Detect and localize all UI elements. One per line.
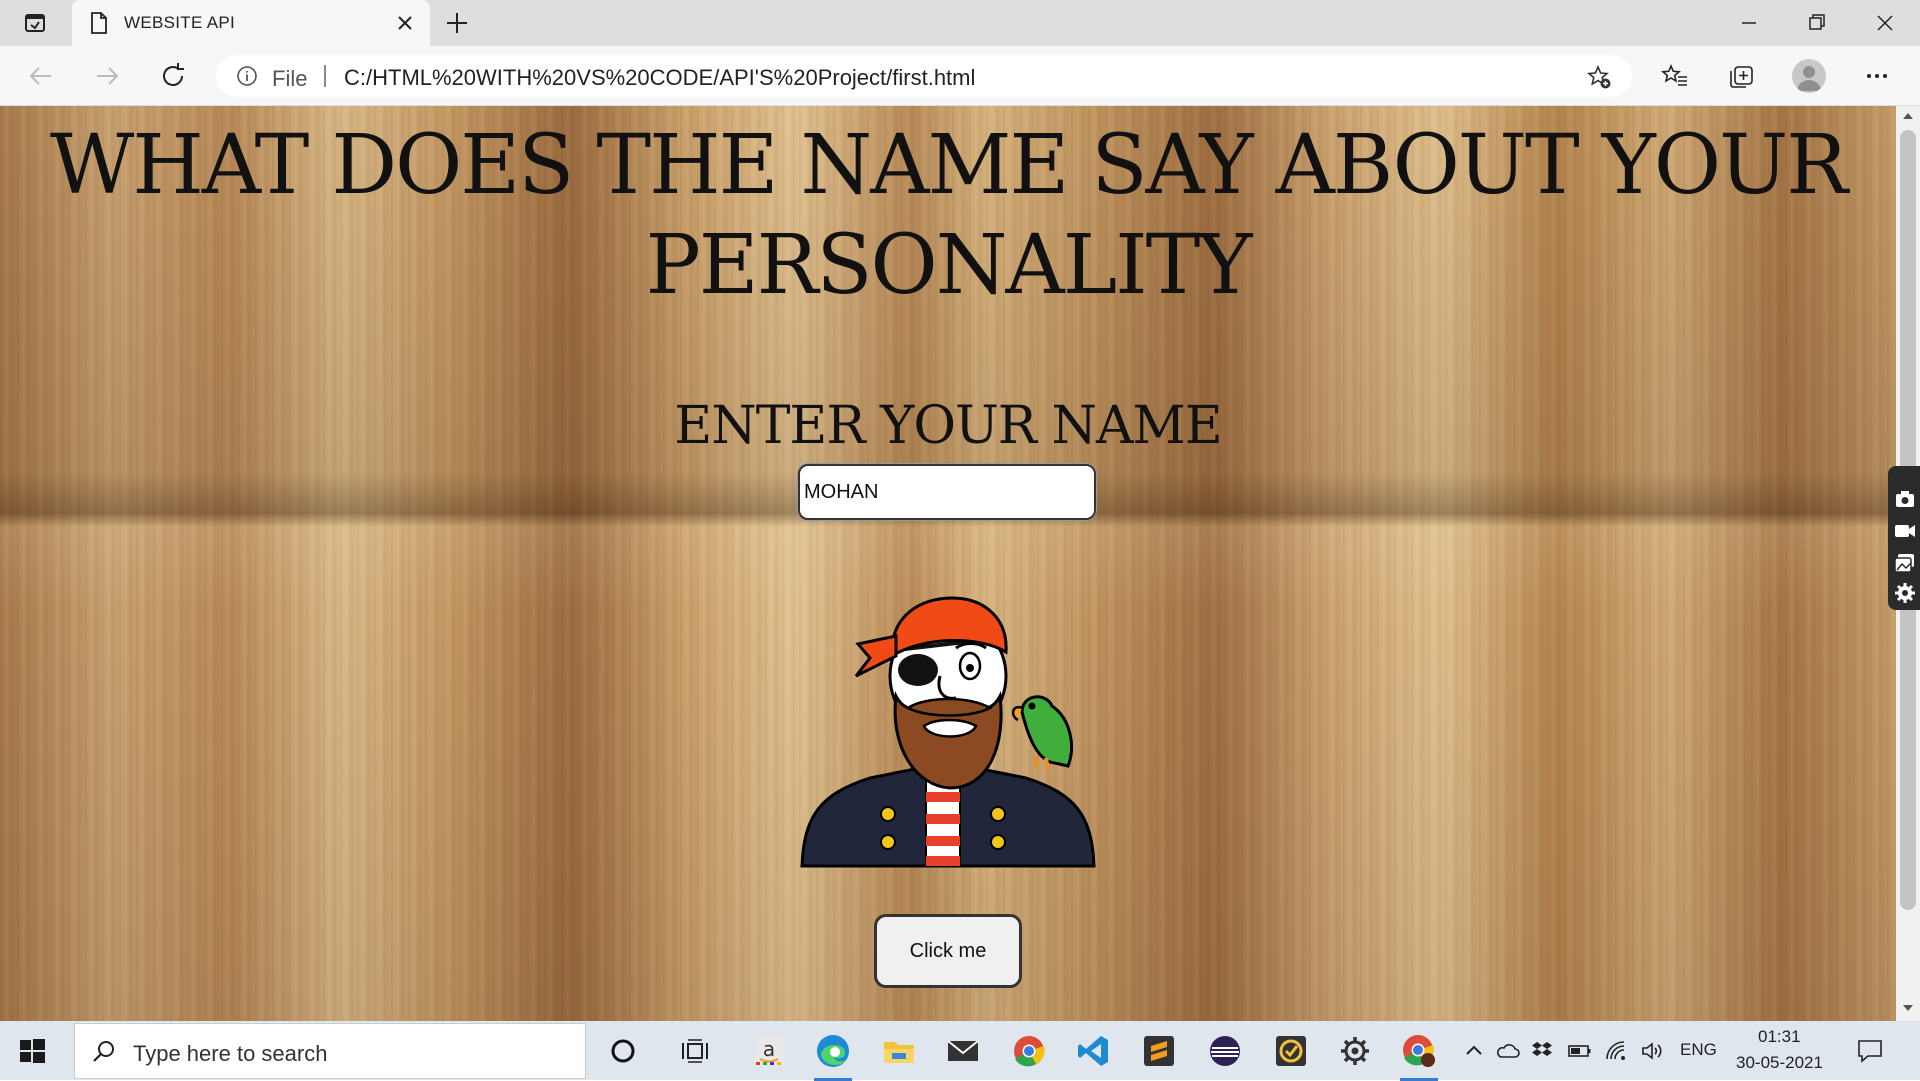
settings-icon[interactable]	[1334, 1030, 1376, 1072]
scroll-down-icon[interactable]	[1902, 1002, 1914, 1014]
pirate-illustration	[800, 596, 1096, 868]
video-icon[interactable]	[1894, 520, 1916, 542]
tab-bar: WEBSITE API	[0, 0, 1920, 46]
add-favorite-icon[interactable]	[1586, 64, 1612, 90]
search-icon	[93, 1041, 114, 1062]
search-placeholder: Type here to search	[133, 1041, 328, 1066]
file-explorer-icon[interactable]	[878, 1030, 920, 1072]
address-bar[interactable]: File C:/HTML%20WITH%20VS%20CODE/API'S%20…	[216, 55, 1632, 97]
restore-icon[interactable]	[1802, 8, 1832, 38]
notifications-icon[interactable]	[1856, 1037, 1884, 1065]
enter-name-label: ENTER YOUR NAME	[674, 396, 1223, 456]
wifi-icon[interactable]	[1604, 1039, 1628, 1063]
tasks-icon[interactable]	[1270, 1030, 1312, 1072]
clock-date[interactable]: 30-05-2021	[1736, 1053, 1823, 1073]
refresh-icon[interactable]	[158, 61, 188, 91]
new-tab-icon[interactable]	[444, 10, 470, 36]
svg-text:a: a	[763, 1037, 775, 1061]
windows-start-icon[interactable]	[18, 1037, 46, 1065]
close-window-icon[interactable]	[1870, 8, 1900, 38]
tab-actions-icon	[25, 14, 45, 32]
gallery-icon[interactable]	[1894, 552, 1916, 574]
profile-icon	[1797, 66, 1821, 91]
cortana-icon[interactable]	[602, 1030, 644, 1072]
scroll-up-icon[interactable]	[1902, 110, 1914, 122]
capture-toolbar	[1888, 466, 1920, 610]
page-headline: WHAT DOES THE NAME SAY ABOUT YOUR PERSON…	[50, 118, 1848, 313]
name-input[interactable]	[798, 464, 1096, 520]
camera-icon[interactable]	[1894, 488, 1916, 510]
collections-icon[interactable]	[1726, 61, 1756, 91]
task-view-icon[interactable]	[674, 1030, 716, 1072]
address-separator	[324, 65, 326, 87]
edge-icon[interactable]	[812, 1030, 854, 1081]
battery-icon[interactable]	[1568, 1039, 1592, 1063]
minimize-icon[interactable]	[1734, 8, 1764, 38]
mail-icon[interactable]	[942, 1030, 984, 1072]
taskbar-search[interactable]: Type here to search	[74, 1023, 586, 1079]
file-scheme-label: File	[272, 66, 308, 91]
dropbox-icon[interactable]	[1530, 1039, 1554, 1063]
chrome-icon[interactable]	[1008, 1030, 1050, 1072]
url-text[interactable]: C:/HTML%20WITH%20VS%20CODE/API'S%20Proje…	[344, 65, 975, 91]
info-icon[interactable]	[236, 65, 258, 87]
browser-toolbar: File C:/HTML%20WITH%20VS%20CODE/API'S%20…	[0, 46, 1920, 106]
settings-gear-icon[interactable]	[1894, 582, 1916, 604]
page-viewport: WHAT DOES THE NAME SAY ABOUT YOUR PERSON…	[0, 106, 1896, 1021]
chrome-profile-icon[interactable]	[1398, 1030, 1440, 1081]
tab-title: WEBSITE API	[124, 13, 235, 32]
favorites-icon[interactable]	[1660, 61, 1690, 91]
language-indicator[interactable]: ENG	[1680, 1040, 1717, 1060]
more-options-icon[interactable]	[1862, 61, 1892, 91]
tab-actions-button[interactable]	[10, 8, 60, 38]
sublime-icon[interactable]	[1138, 1030, 1180, 1072]
show-hidden-icons-icon[interactable]	[1462, 1039, 1486, 1063]
browser-tab[interactable]: WEBSITE API	[72, 0, 430, 46]
profile-avatar[interactable]	[1792, 59, 1826, 93]
back-icon[interactable]	[26, 61, 56, 91]
vscode-icon[interactable]	[1072, 1030, 1114, 1072]
volume-icon[interactable]	[1640, 1039, 1664, 1063]
amazon-icon[interactable]: a	[748, 1030, 790, 1072]
forward-icon[interactable]	[92, 61, 122, 91]
onedrive-icon[interactable]	[1496, 1039, 1520, 1063]
clock-time[interactable]: 01:31	[1758, 1027, 1801, 1047]
windows-taskbar: Type here to search a ENG 01:31 30-05-20…	[0, 1021, 1920, 1081]
page-icon	[91, 12, 107, 34]
click-me-button[interactable]: Click me	[874, 914, 1022, 988]
eclipse-icon[interactable]	[1204, 1030, 1246, 1072]
close-tab-icon[interactable]	[394, 12, 416, 34]
